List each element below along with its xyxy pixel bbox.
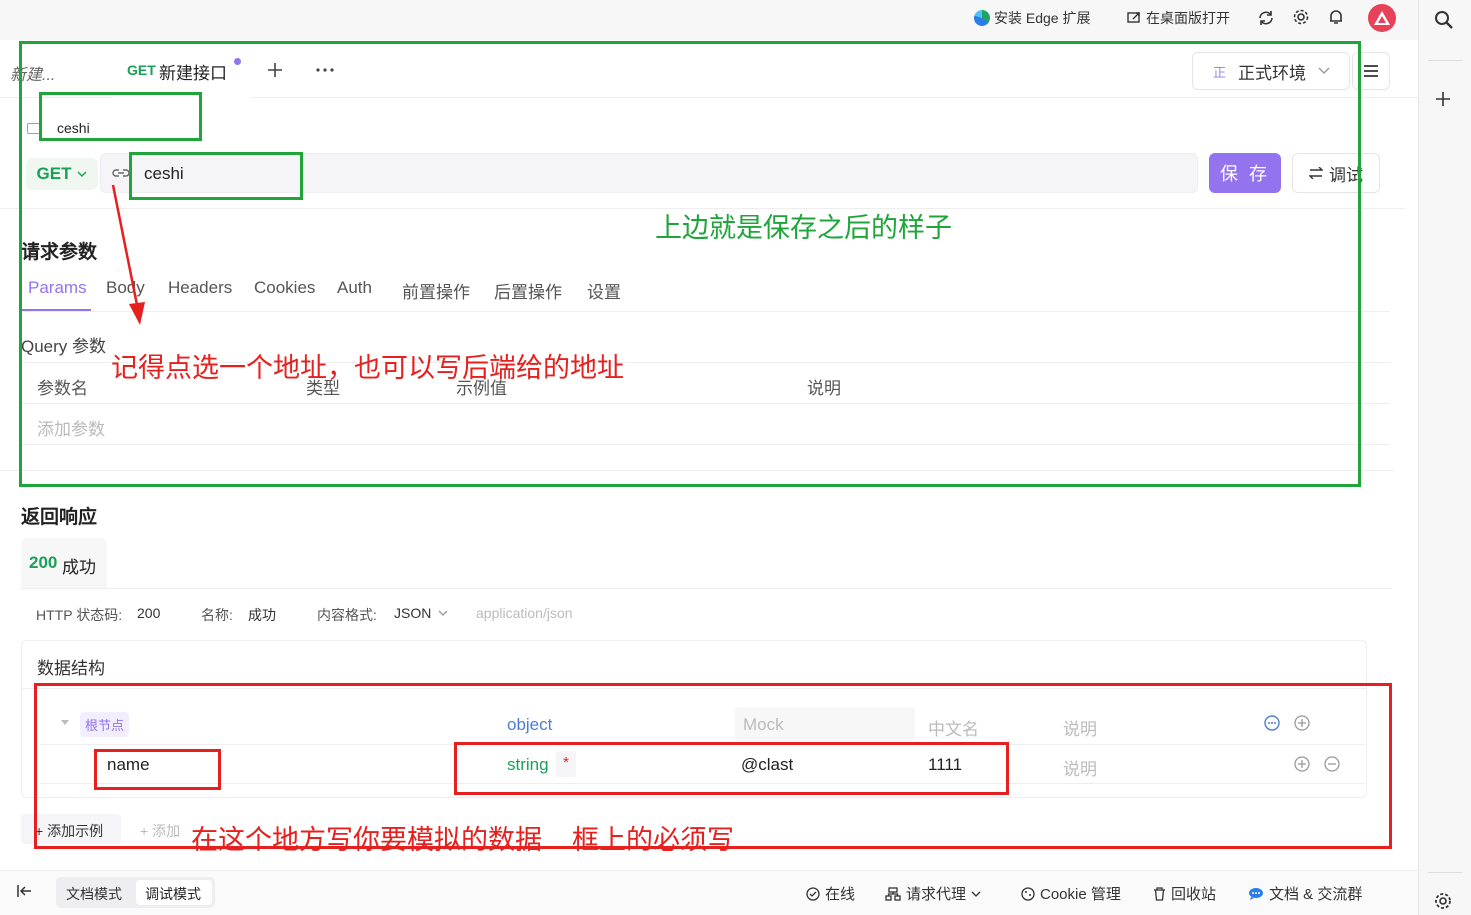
cookie-icon — [1021, 886, 1035, 901]
http-status-label: HTTP 状态码: — [36, 607, 123, 623]
response-title: 返回响应 — [21, 507, 98, 528]
cookie-manager-button[interactable]: Cookie 管理 — [1021, 883, 1121, 904]
docs-community-button[interactable]: 文档 & 交流群 — [1248, 883, 1362, 904]
annotation-saved-text: 上边就是保存之后的样子 — [655, 213, 952, 243]
network-icon — [885, 886, 901, 901]
open-desktop-button[interactable]: 在桌面版打开 — [1126, 8, 1230, 28]
content-format-select[interactable]: JSON — [394, 605, 431, 621]
content-type-input[interactable]: application/json — [476, 605, 573, 621]
divider — [20, 588, 1392, 589]
status-label: 成功 — [62, 558, 96, 577]
right-sidebar — [1418, 0, 1471, 915]
sidebar-divider — [1428, 872, 1462, 873]
refresh-icon[interactable] — [1257, 9, 1275, 27]
request-proxy-select[interactable]: 请求代理 — [885, 883, 981, 904]
annotation-box-url — [129, 152, 303, 200]
annotation-address-text: 记得点选一个地址，也可以写后端给的地址 — [111, 353, 624, 383]
annotation-mock-text: 在这个地方写你要模拟的数据 框上的必须写 — [191, 825, 735, 855]
check-circle-icon — [806, 886, 820, 901]
chevron-down-icon — [438, 610, 448, 616]
plus-icon[interactable] — [1434, 90, 1452, 108]
sidebar-divider — [1428, 60, 1462, 61]
online-status[interactable]: 在线 — [806, 883, 855, 904]
collapse-sidebar-icon[interactable] — [17, 884, 33, 898]
external-window-icon — [1127, 12, 1140, 23]
content-format-label: 内容格式: — [317, 607, 377, 623]
doc-mode-button[interactable]: 文档模式 — [66, 884, 122, 904]
trash-icon — [1154, 886, 1165, 901]
name-label: 名称: — [201, 607, 233, 623]
annotation-box-field-name — [94, 749, 221, 790]
hamburger-icon — [1364, 65, 1378, 77]
name-value[interactable]: 成功 — [248, 605, 276, 625]
debug-mode-button[interactable]: 调试模式 — [136, 880, 212, 905]
chat-bubble-icon — [1249, 887, 1263, 900]
edge-icon — [974, 10, 990, 26]
data-structure-title: 数据结构 — [37, 659, 105, 678]
annotation-box-field-values — [454, 742, 1009, 795]
http-status-value[interactable]: 200 — [137, 605, 160, 621]
trash-button[interactable]: 回收站 — [1153, 883, 1216, 904]
bell-icon[interactable] — [1327, 8, 1345, 26]
sidebar-settings-icon[interactable] — [1433, 891, 1453, 911]
annotation-box-api-name — [39, 92, 202, 141]
chevron-down-icon — [971, 891, 981, 897]
search-icon[interactable] — [1433, 9, 1455, 31]
logo-icon — [1374, 11, 1390, 25]
status-code: 200 — [29, 553, 58, 572]
install-edge-extension-button[interactable]: 安装 Edge 扩展 — [974, 8, 1090, 28]
settings-gear-icon[interactable] — [1292, 8, 1310, 26]
annotation-arrow-icon — [111, 184, 145, 325]
annotation-box-saved-area — [19, 41, 1361, 487]
app-logo — [1368, 4, 1396, 32]
